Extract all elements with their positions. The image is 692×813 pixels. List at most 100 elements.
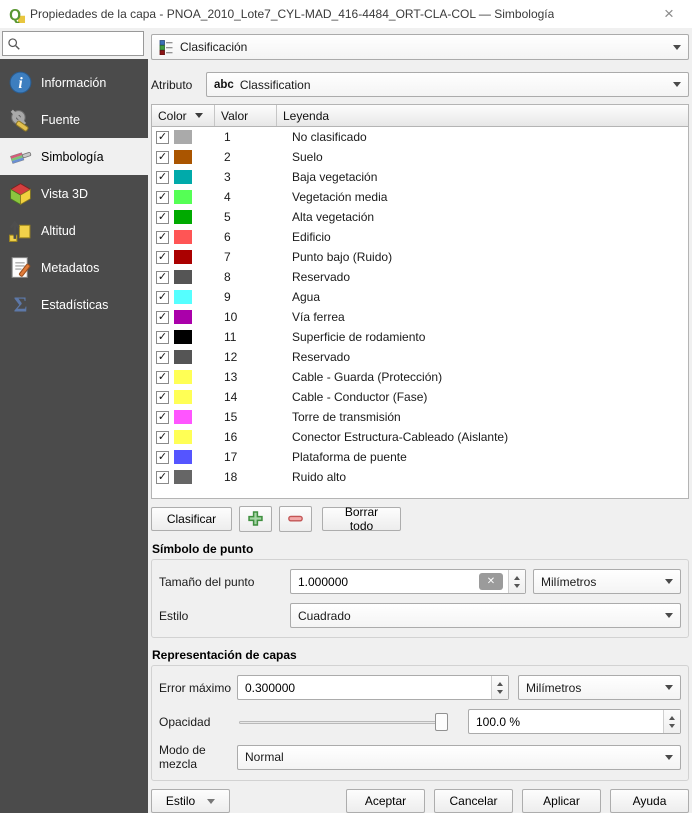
max-error-input[interactable] xyxy=(238,680,491,695)
close-icon[interactable]: × xyxy=(652,1,686,27)
row-checkbox[interactable]: ✓ xyxy=(156,290,169,304)
point-style-select[interactable]: Cuadrado xyxy=(290,603,681,628)
row-checkbox[interactable]: ✓ xyxy=(156,430,169,444)
layer-rendering-group: Error máximo Milímetros Opacidad xyxy=(151,665,689,781)
color-swatch[interactable] xyxy=(174,350,192,365)
table-row[interactable]: ✓ 9 Agua xyxy=(152,287,688,307)
column-header-leyenda[interactable]: Leyenda xyxy=(277,105,688,126)
color-swatch[interactable] xyxy=(174,390,192,405)
color-swatch[interactable] xyxy=(174,210,192,225)
point-size-stepper[interactable] xyxy=(508,570,525,593)
table-row[interactable]: ✓ 2 Suelo xyxy=(152,147,688,167)
sidebar-item-estadisticas[interactable]: Σ Estadísticas xyxy=(0,286,148,323)
apply-button[interactable]: Aplicar xyxy=(522,789,601,813)
ok-button[interactable]: Aceptar xyxy=(346,789,425,813)
color-swatch[interactable] xyxy=(174,290,192,305)
row-checkbox[interactable]: ✓ xyxy=(156,450,169,464)
row-checkbox[interactable]: ✓ xyxy=(156,390,169,404)
sidebar-item-vista-3d[interactable]: Vista 3D xyxy=(0,175,148,212)
style-menu-button[interactable]: Estilo xyxy=(151,789,230,813)
opacity-spinbox xyxy=(468,709,681,734)
color-swatch[interactable] xyxy=(174,410,192,425)
color-swatch[interactable] xyxy=(174,190,192,205)
max-error-unit-select[interactable]: Milímetros xyxy=(518,675,681,700)
row-checkbox[interactable]: ✓ xyxy=(156,330,169,344)
table-row[interactable]: ✓ 5 Alta vegetación xyxy=(152,207,688,227)
color-swatch[interactable] xyxy=(174,170,192,185)
row-checkbox[interactable]: ✓ xyxy=(156,170,169,184)
row-checkbox[interactable]: ✓ xyxy=(156,410,169,424)
chevron-down-icon xyxy=(673,44,681,50)
row-checkbox[interactable]: ✓ xyxy=(156,150,169,164)
sidebar-item-simbologia[interactable]: Simbología xyxy=(0,138,148,175)
sidebar-item-metadatos[interactable]: Metadatos xyxy=(0,249,148,286)
attribute-select[interactable]: abc Classification xyxy=(206,72,689,98)
table-row[interactable]: ✓ 3 Baja vegetación xyxy=(152,167,688,187)
renderer-select[interactable]: Clasificación xyxy=(151,34,689,61)
table-row[interactable]: ✓ 8 Reservado xyxy=(152,267,688,287)
cancel-button[interactable]: Cancelar xyxy=(434,789,513,813)
column-header-valor-label: Valor xyxy=(221,108,249,123)
table-row[interactable]: ✓ 14 Cable - Conductor (Fase) xyxy=(152,387,688,407)
column-header-color[interactable]: Color xyxy=(152,105,215,127)
table-row[interactable]: ✓ 15 Torre de transmisión xyxy=(152,407,688,427)
color-swatch[interactable] xyxy=(174,330,192,345)
chevron-down-icon xyxy=(665,685,673,690)
table-row[interactable]: ✓ 11 Superficie de rodamiento xyxy=(152,327,688,347)
classify-button[interactable]: Clasificar xyxy=(151,506,232,531)
color-swatch[interactable] xyxy=(174,370,192,385)
add-value-button[interactable] xyxy=(239,505,272,532)
row-checkbox[interactable]: ✓ xyxy=(156,230,169,244)
table-row[interactable]: ✓ 18 Ruido alto xyxy=(152,467,688,487)
color-swatch[interactable] xyxy=(174,470,192,485)
color-swatch[interactable] xyxy=(174,310,192,325)
dialog-footer: Estilo Aceptar Cancelar Aplicar Ayuda xyxy=(151,789,689,813)
clear-value-icon[interactable]: ✕ xyxy=(479,573,503,590)
color-swatch[interactable] xyxy=(174,250,192,265)
row-checkbox[interactable]: ✓ xyxy=(156,210,169,224)
row-checkbox[interactable]: ✓ xyxy=(156,250,169,264)
row-checkbox[interactable]: ✓ xyxy=(156,270,169,284)
point-size-input[interactable] xyxy=(291,574,479,589)
opacity-slider[interactable] xyxy=(237,710,448,734)
table-row[interactable]: ✓ 16 Conector Estructura-Cableado (Aisla… xyxy=(152,427,688,447)
max-error-stepper[interactable] xyxy=(491,676,508,699)
column-header-valor[interactable]: Valor xyxy=(215,105,277,127)
opacity-stepper[interactable] xyxy=(663,710,680,733)
search-input[interactable] xyxy=(21,36,139,51)
row-checkbox[interactable]: ✓ xyxy=(156,310,169,324)
table-row[interactable]: ✓ 17 Plataforma de puente xyxy=(152,447,688,467)
row-checkbox[interactable]: ✓ xyxy=(156,130,169,144)
table-row[interactable]: ✓ 12 Reservado xyxy=(152,347,688,367)
table-row[interactable]: ✓ 6 Edificio xyxy=(152,227,688,247)
color-swatch[interactable] xyxy=(174,450,192,465)
color-swatch[interactable] xyxy=(174,430,192,445)
point-size-unit-select[interactable]: Milímetros xyxy=(533,569,681,594)
color-swatch[interactable] xyxy=(174,150,192,165)
table-row[interactable]: ✓ 4 Vegetación media xyxy=(152,187,688,207)
row-checkbox[interactable]: ✓ xyxy=(156,350,169,364)
table-row[interactable]: ✓ 7 Punto bajo (Ruido) xyxy=(152,247,688,267)
remove-value-button[interactable] xyxy=(279,505,312,532)
color-swatch[interactable] xyxy=(174,270,192,285)
color-swatch[interactable] xyxy=(174,230,192,245)
color-swatch[interactable] xyxy=(174,130,192,145)
classification-table: Color Valor Leyenda ✓ 1 No clasificado ✓… xyxy=(151,104,689,499)
row-checkbox[interactable]: ✓ xyxy=(156,370,169,384)
sidebar-item-fuente[interactable]: Fuente xyxy=(0,101,148,138)
blend-mode-select[interactable]: Normal xyxy=(237,744,681,770)
point-size-spinbox: ✕ xyxy=(290,569,526,594)
table-row[interactable]: ✓ 13 Cable - Guarda (Protección) xyxy=(152,367,688,387)
sidebar: i Información Fuente Simbología Vista 3D… xyxy=(0,59,148,813)
table-row[interactable]: ✓ 1 No clasificado xyxy=(152,127,688,147)
row-checkbox[interactable]: ✓ xyxy=(156,470,169,484)
table-row[interactable]: ✓ 10 Vía ferrea xyxy=(152,307,688,327)
opacity-slider-handle[interactable] xyxy=(435,712,448,731)
opacity-input[interactable] xyxy=(469,714,663,729)
row-checkbox[interactable]: ✓ xyxy=(156,190,169,204)
spin-up-icon xyxy=(514,575,520,580)
sidebar-item-informacion[interactable]: i Información xyxy=(0,64,148,101)
sidebar-item-altitud[interactable]: Altitud xyxy=(0,212,148,249)
clear-all-button[interactable]: Borrar todo xyxy=(322,505,401,533)
help-button[interactable]: Ayuda xyxy=(610,789,689,813)
